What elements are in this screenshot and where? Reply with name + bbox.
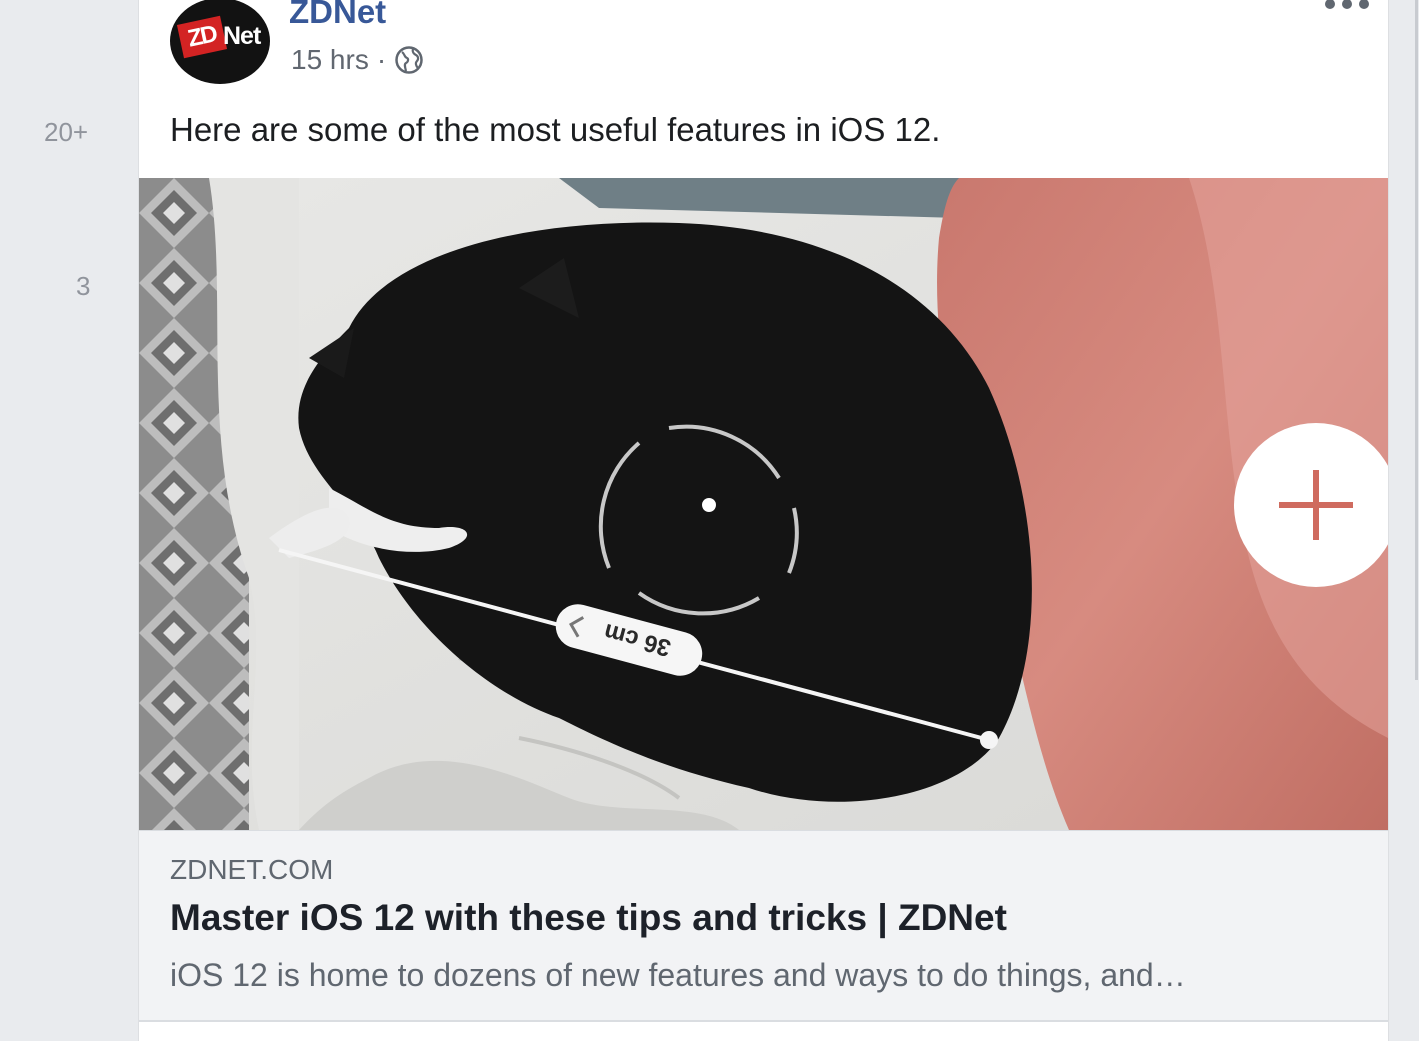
link-domain: ZDNET.COM	[170, 854, 334, 885]
globe-icon[interactable]	[394, 45, 424, 75]
link-title[interactable]: Master iOS 12 with these tips and tricks…	[170, 895, 1007, 941]
timestamp[interactable]: 15 hrs	[291, 42, 369, 78]
post-meta: 15 hrs ·	[291, 42, 424, 78]
avatar[interactable]: ZD Net	[170, 0, 270, 84]
cat-photo: 36 cm	[139, 178, 1388, 830]
meta-separator: ·	[376, 44, 387, 75]
logo-word: Net	[223, 22, 261, 50]
link-description: iOS 12 is home to dozens of new features…	[170, 957, 1186, 993]
post-image[interactable]: 36 cm	[139, 178, 1388, 830]
author-name[interactable]: ZDNet	[289, 0, 386, 32]
notification-count[interactable]: 20+	[44, 117, 88, 148]
post-card: ZD Net ZDNet 15 hrs · Here are some of t…	[138, 0, 1389, 1041]
notification-count[interactable]: 3	[76, 271, 90, 302]
scrollbar-thumb[interactable]	[1415, 0, 1418, 680]
logo-mark: ZD	[176, 15, 228, 59]
link-preview[interactable]: ZDNET.COM Master iOS 12 with these tips …	[139, 830, 1388, 1022]
more-options-icon[interactable]	[1325, 0, 1369, 12]
left-gutter: 20+ 3	[0, 0, 138, 1041]
feed-page: 20+ 3 ZD Net ZDNet 15 hrs · Here are som…	[0, 0, 1419, 1041]
post-text: Here are some of the most useful feature…	[170, 111, 941, 148]
scrollbar[interactable]	[1389, 0, 1419, 1041]
